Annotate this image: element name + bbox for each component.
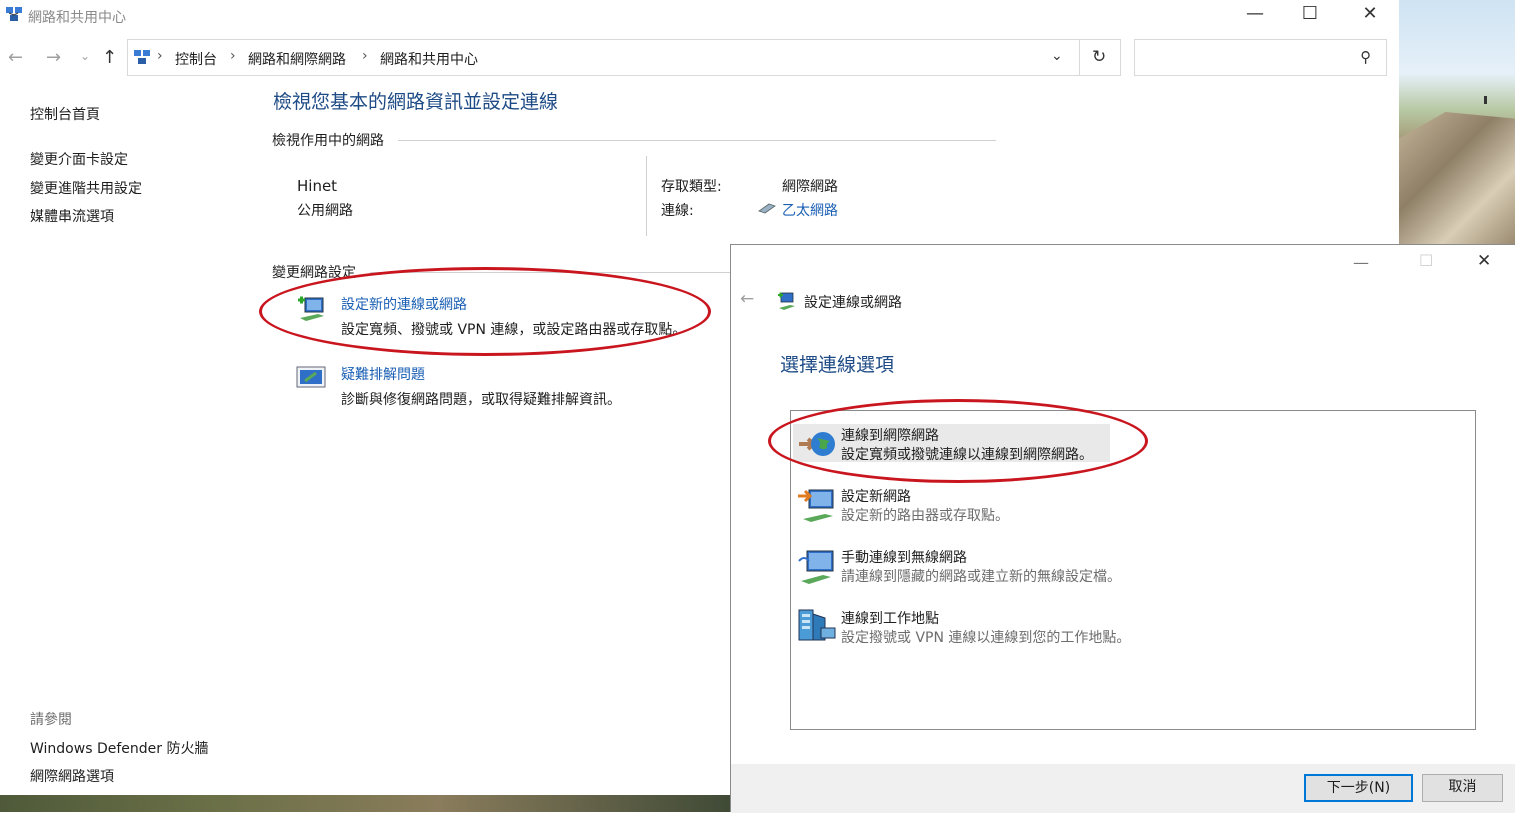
breadcrumb-separator-icon[interactable]: › [157,48,163,64]
breadcrumb-network-internet[interactable]: 網路和網際網路 [248,49,346,69]
back-arrow-icon[interactable]: ← [8,47,23,68]
breadcrumb-control-panel[interactable]: 控制台 [175,49,217,69]
dialog-network-icon [777,291,797,315]
access-type-label: 存取類型: [661,179,722,195]
next-button[interactable]: 下一步(N) [1304,774,1413,802]
see-also-label: 請參閱 [30,712,72,728]
connections-label: 連線: [661,203,694,219]
dialog-maximize-button: ☐ [1419,251,1434,270]
dialog-minimize-button[interactable]: — [1353,253,1369,272]
close-button[interactable]: ✕ [1347,4,1393,24]
maximize-button[interactable]: ☐ [1287,4,1333,24]
dialog-back-arrow-icon[interactable]: ← [740,289,754,309]
troubleshoot-desc: 診斷與修復網路問題，或取得疑難排解資訊。 [341,392,621,408]
section-divider [398,140,996,141]
search-icon[interactable]: ⚲ [1360,48,1371,66]
sidebar-item-advanced-sharing[interactable]: 變更進階共用設定 [30,178,142,198]
address-divider [1079,40,1080,75]
workplace-icon [797,608,837,648]
breadcrumb-separator-icon[interactable]: › [362,48,368,64]
dialog-close-button[interactable]: ✕ [1477,251,1491,271]
recent-dropdown-icon[interactable]: ⌄ [80,49,90,63]
see-also-firewall[interactable]: Windows Defender 防火牆 [30,738,208,758]
wallpaper-cliff [1399,112,1515,245]
highlight-ellipse [768,399,1148,483]
sidebar-item-media-streaming[interactable]: 媒體串流選項 [30,206,114,226]
option-manual-wireless[interactable]: 手動連線到無線網路 請連線到隱藏的網路或建立新的無線設定檔。 [795,547,1215,587]
option-title: 手動連線到無線網路 [841,550,967,566]
control-panel-icon [133,48,151,70]
wallpaper-person [1484,96,1487,104]
breadcrumb-network-center[interactable]: 網路和共用中心 [380,49,478,69]
dialog-title: 設定連線或網路 [804,295,902,311]
new-network-icon [797,486,837,528]
network-center-icon [5,5,23,27]
option-title: 設定新網路 [841,489,911,505]
highlight-ellipse [259,267,711,356]
see-also-internet-options[interactable]: 網際網路選項 [30,766,114,786]
dialog-heading: 選擇連線選項 [780,354,895,376]
refresh-icon[interactable]: ↻ [1092,47,1106,67]
up-arrow-icon[interactable]: ↑ [102,47,117,68]
sidebar-control-panel-home[interactable]: 控制台首頁 [30,104,100,124]
search-input[interactable] [1134,39,1387,76]
option-title: 連線到工作地點 [841,611,939,627]
minimize-button[interactable]: — [1232,4,1278,24]
forward-arrow-icon[interactable]: → [46,47,61,68]
desktop-wallpaper [1399,0,1515,245]
address-dropdown-icon[interactable]: ⌄ [1051,48,1063,64]
option-desc: 設定新的路由器或存取點。 [841,508,1009,524]
option-desc: 請連線到隱藏的網路或建立新的無線設定檔。 [841,569,1121,585]
ethernet-icon [757,201,777,219]
network-info-divider [646,156,647,236]
ethernet-link[interactable]: 乙太網路 [782,200,838,220]
option-setup-new-network[interactable]: 設定新網路 設定新的路由器或存取點。 [795,486,1195,526]
network-name: Hinet [297,177,338,195]
option-desc: 設定撥號或 VPN 連線以連線到您的工作地點。 [841,630,1131,646]
troubleshoot-icon [296,365,328,397]
troubleshoot-link[interactable]: 疑難排解問題 [341,364,425,384]
breadcrumb-separator-icon[interactable]: › [230,48,236,64]
active-networks-label: 檢視作用中的網路 [272,133,384,149]
wireless-icon [797,547,837,589]
cancel-button[interactable]: 取消 [1422,774,1503,802]
window-title: 網路和共用中心 [28,10,126,26]
option-connect-workplace[interactable]: 連線到工作地點 設定撥號或 VPN 連線以連線到您的工作地點。 [795,608,1215,648]
setup-connection-dialog: — ☐ ✕ ← 設定連線或網路 選擇連線選項 連線到網際網路 設定寬頻或撥號連線… [730,244,1515,813]
desktop-wallpaper-strip [0,795,731,812]
network-type[interactable]: 公用網路 [297,200,353,220]
page-title: 檢視您基本的網路資訊並設定連線 [273,91,559,113]
sidebar-item-adapter-settings[interactable]: 變更介面卡設定 [30,149,128,169]
access-type-value: 網際網路 [782,179,838,195]
